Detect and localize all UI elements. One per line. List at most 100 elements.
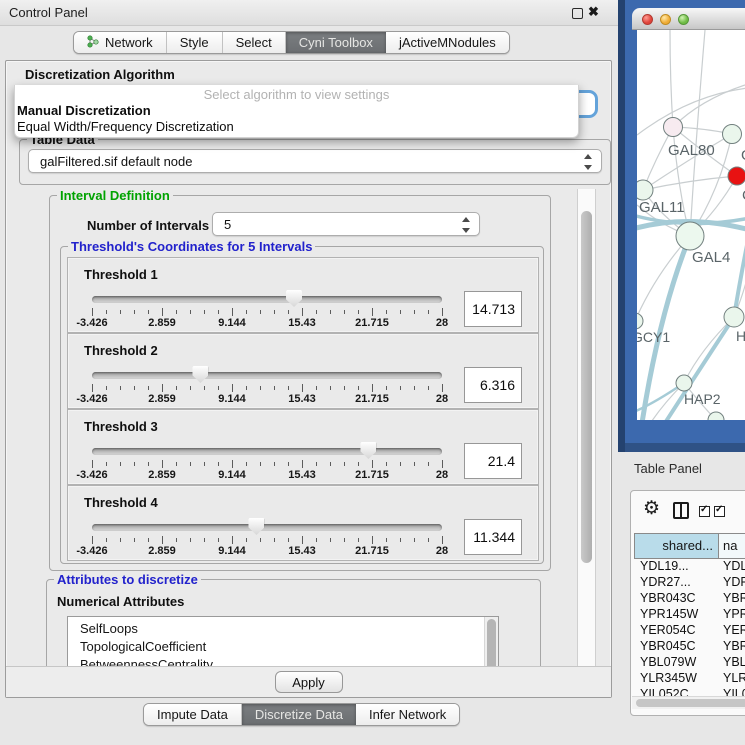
tick-label: 21.715 bbox=[340, 545, 404, 557]
tick-mark bbox=[176, 386, 177, 390]
checkbox-icon[interactable] bbox=[714, 506, 725, 517]
tick-mark bbox=[92, 384, 93, 392]
tick-mark bbox=[134, 386, 135, 390]
number-of-intervals-label: Number of Intervals bbox=[87, 218, 209, 233]
tab-cyni-toolbox[interactable]: Cyni Toolbox bbox=[286, 32, 386, 53]
close-traffic-light-icon[interactable] bbox=[642, 14, 653, 25]
scrollbar-thumb[interactable] bbox=[581, 211, 592, 563]
slider-ticks bbox=[92, 308, 442, 317]
table-cell: YER0 bbox=[719, 623, 745, 639]
table-row[interactable]: YBL079WYBL0 bbox=[634, 655, 745, 671]
table-row[interactable]: YBR045CYBR0 bbox=[634, 639, 745, 655]
network-edge[interactable] bbox=[638, 236, 690, 420]
attribute-list-item[interactable]: SelfLoops bbox=[68, 620, 498, 638]
table-row[interactable]: YBR043CYBR0 bbox=[634, 591, 745, 607]
tick-mark bbox=[106, 538, 107, 542]
scrollbar-thumb[interactable] bbox=[487, 619, 496, 667]
tick-mark bbox=[92, 460, 93, 468]
table-row[interactable]: YDL19...YDL1 bbox=[634, 559, 745, 575]
tick-mark bbox=[400, 538, 401, 542]
attribute-list-item[interactable]: TopologicalCoefficient bbox=[68, 638, 498, 656]
network-node-gal11[interactable] bbox=[637, 180, 653, 200]
table-row[interactable]: YLR345WYLR3 bbox=[634, 671, 745, 687]
slider-handle[interactable] bbox=[192, 366, 208, 383]
tick-mark bbox=[316, 386, 317, 390]
network-edge[interactable] bbox=[643, 176, 737, 190]
slider-handle[interactable] bbox=[360, 442, 376, 459]
dropdown-option[interactable]: Manual Discretization bbox=[15, 103, 578, 119]
column-header-2[interactable]: na bbox=[719, 533, 745, 559]
table-data-combobox[interactable]: galFiltered.sif default node bbox=[28, 149, 602, 173]
tick-label: -3.426 bbox=[60, 469, 124, 481]
tab-discretize-data[interactable]: Discretize Data bbox=[242, 704, 356, 725]
tick-mark bbox=[204, 310, 205, 314]
table-horizontal-scrollbar[interactable] bbox=[632, 696, 745, 709]
column-header-1[interactable]: shared... bbox=[634, 533, 719, 559]
table-cell: YDL19... bbox=[634, 559, 719, 575]
tick-mark bbox=[428, 462, 429, 466]
network-node-gcy1[interactable] bbox=[637, 313, 643, 329]
network-node-gal80[interactable] bbox=[664, 118, 683, 137]
threshold-value-field[interactable] bbox=[464, 291, 522, 327]
threshold-value-field[interactable] bbox=[464, 519, 522, 555]
checkbox-icon[interactable] bbox=[699, 506, 710, 517]
apply-button[interactable]: Apply bbox=[275, 671, 343, 693]
dropdown-option[interactable]: Equal Width/Frequency Discretization bbox=[15, 119, 578, 135]
slider-track[interactable] bbox=[92, 448, 442, 455]
network-canvas[interactable]: GAL80GACGAL11GAL4GCY1HHAP2 bbox=[637, 30, 745, 420]
threshold-value-field[interactable] bbox=[464, 367, 522, 403]
tab-label: jActiveMNodules bbox=[399, 35, 496, 50]
table-row[interactable]: YPR145WYPR1 bbox=[634, 607, 745, 623]
numerical-attributes-list[interactable]: SelfLoopsTopologicalCoefficientBetweenne… bbox=[67, 616, 499, 667]
tick-label: 21.715 bbox=[340, 469, 404, 481]
close-icon[interactable]: ✖ bbox=[588, 4, 599, 20]
node-label: H bbox=[736, 328, 745, 344]
tab-impute-data[interactable]: Impute Data bbox=[144, 704, 242, 725]
split-columns-icon[interactable] bbox=[673, 502, 689, 519]
tick-mark bbox=[302, 308, 303, 316]
gear-icon[interactable]: ⚙ bbox=[643, 497, 660, 520]
tick-mark bbox=[190, 462, 191, 466]
threshold-value-field[interactable] bbox=[464, 443, 522, 479]
network-node-ga[interactable] bbox=[723, 125, 742, 144]
minimize-traffic-light-icon[interactable] bbox=[660, 14, 671, 25]
attributes-list-scrollbar[interactable] bbox=[484, 617, 498, 667]
tick-mark bbox=[176, 462, 177, 466]
network-node-gal4[interactable] bbox=[676, 222, 704, 250]
slider-handle[interactable] bbox=[286, 290, 302, 307]
settings-vertical-scrollbar[interactable] bbox=[577, 189, 596, 667]
slider-handle[interactable] bbox=[248, 518, 264, 535]
tick-mark bbox=[386, 386, 387, 390]
tick-label: 2.859 bbox=[130, 393, 194, 405]
tab-jactivemnodules[interactable]: jActiveMNodules bbox=[386, 32, 509, 53]
tick-mark bbox=[344, 386, 345, 390]
number-of-intervals-combobox[interactable]: 5 bbox=[212, 212, 480, 236]
threshold-label: Threshold 2 bbox=[84, 343, 158, 358]
network-node-h[interactable] bbox=[724, 307, 744, 327]
tick-mark bbox=[288, 310, 289, 314]
slider-track[interactable] bbox=[92, 372, 442, 379]
slider-track[interactable] bbox=[92, 296, 442, 303]
scrollbar-thumb[interactable] bbox=[636, 699, 745, 707]
tab-infer-network[interactable]: Infer Network bbox=[356, 704, 459, 725]
tick-mark bbox=[372, 308, 373, 316]
tick-mark bbox=[218, 462, 219, 466]
table-row[interactable]: YER054CYER0 bbox=[634, 623, 745, 639]
tick-mark bbox=[176, 310, 177, 314]
float-window-icon[interactable] bbox=[572, 8, 583, 19]
tab-select[interactable]: Select bbox=[223, 32, 286, 53]
tab-style[interactable]: Style bbox=[167, 32, 223, 53]
zoom-traffic-light-icon[interactable] bbox=[678, 14, 689, 25]
tab-network[interactable]: Network bbox=[74, 32, 167, 53]
network-node-hap2[interactable] bbox=[676, 375, 692, 391]
slider-track[interactable] bbox=[92, 524, 442, 531]
table-row[interactable]: YDR27...YDR2 bbox=[634, 575, 745, 591]
network-edge[interactable] bbox=[690, 30, 705, 236]
tab-label: Select bbox=[236, 35, 272, 50]
control-panel-tabs: NetworkStyle Select Cyni Toolbox jActiveMNo… bbox=[73, 31, 510, 54]
network-node-c[interactable] bbox=[728, 167, 745, 185]
tick-mark bbox=[134, 310, 135, 314]
tick-mark bbox=[218, 310, 219, 314]
tick-mark bbox=[232, 308, 233, 316]
tick-mark bbox=[274, 462, 275, 466]
